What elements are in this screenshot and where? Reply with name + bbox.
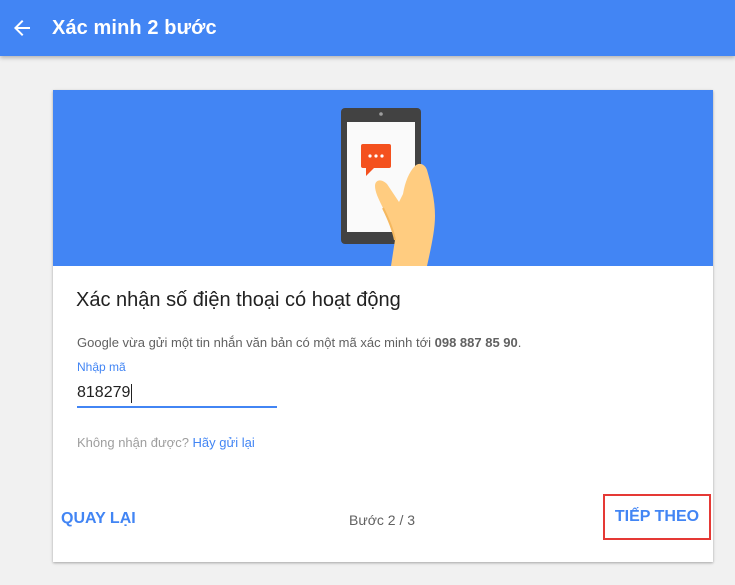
hero-banner: [53, 90, 713, 266]
back-arrow-button[interactable]: [2, 8, 42, 48]
description-text: Google vừa gửi một tin nhắn văn bản có m…: [77, 335, 435, 350]
phone-number: 098 887 85 90: [434, 335, 518, 350]
verification-description: Google vừa gửi một tin nhắn văn bản có m…: [77, 335, 521, 350]
next-button[interactable]: TIẾP THEO: [603, 494, 711, 540]
arrow-back-icon: [14, 20, 30, 36]
page-title: Xác minh 2 bước: [52, 16, 217, 39]
resend-link[interactable]: Hãy gửi lại: [193, 435, 255, 450]
phone-message-icon: [341, 108, 435, 266]
app-bar: Xác minh 2 bước: [0, 0, 735, 56]
next-button-label: TIẾP THEO: [614, 508, 700, 525]
resend-prefix: Không nhận được?: [77, 435, 193, 450]
verification-card: Xác nhận số điện thoại có hoạt động Goog…: [53, 90, 713, 562]
card-title: Xác nhận số điện thoại có hoạt động: [76, 289, 401, 311]
step-indicator: Bước 2 / 3: [349, 512, 416, 528]
code-value: 818279: [77, 384, 131, 401]
back-button[interactable]: QUAY LẠI: [61, 510, 136, 528]
description-suffix: .: [517, 335, 522, 350]
text-caret: [131, 384, 133, 403]
verification-code-input[interactable]: 818279: [77, 384, 277, 408]
resend-row: Không nhận được? Hãy gửi lại: [77, 435, 255, 450]
code-field-label: Nhập mã: [77, 360, 126, 374]
